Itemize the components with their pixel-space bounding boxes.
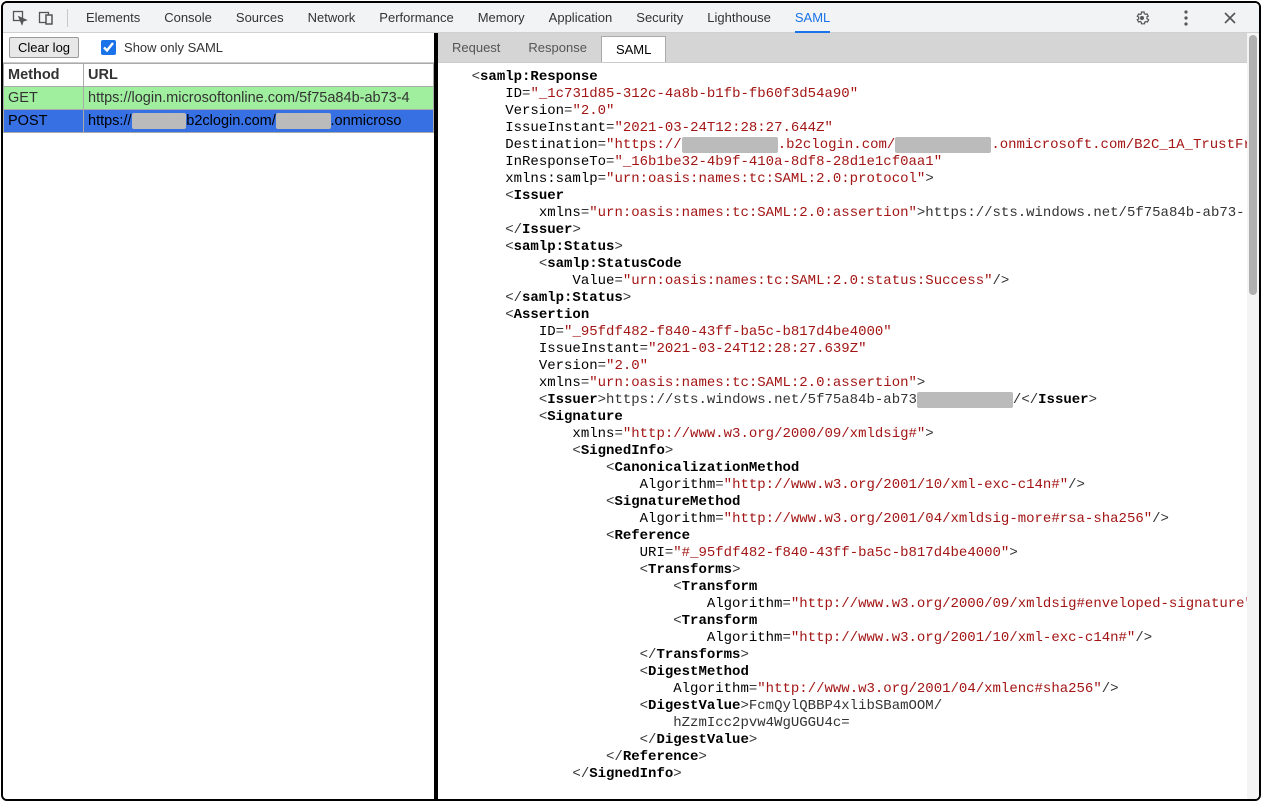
devtools-tabs: Elements Console Sources Network Perform… — [86, 10, 830, 26]
show-only-saml-toggle[interactable]: Show only SAML — [97, 37, 223, 58]
subtab-saml[interactable]: SAML — [601, 36, 666, 62]
subtab-response[interactable]: Response — [514, 33, 601, 62]
tab-application[interactable]: Application — [549, 10, 613, 26]
tab-saml[interactable]: SAML — [795, 10, 830, 33]
tab-performance[interactable]: Performance — [379, 10, 453, 26]
show-only-saml-label: Show only SAML — [124, 40, 223, 55]
saml-xml-view[interactable]: <samlp:Response ID="_1c731d85-312c-4a8b-… — [438, 63, 1259, 799]
tab-sources[interactable]: Sources — [236, 10, 284, 26]
scrollbar[interactable] — [1247, 33, 1259, 799]
kebab-icon[interactable] — [1175, 7, 1197, 29]
devtools-topbar: Elements Console Sources Network Perform… — [3, 3, 1259, 33]
table-row[interactable]: GET https://login.microsoftonline.com/5f… — [4, 87, 434, 110]
tab-security[interactable]: Security — [636, 10, 683, 26]
close-icon[interactable] — [1219, 7, 1241, 29]
tab-console[interactable]: Console — [164, 10, 212, 26]
col-method: Method — [4, 64, 84, 87]
table-row[interactable]: POST https://xxxxxxxb2clogin.com/xxxxxxx… — [4, 110, 434, 133]
tab-elements[interactable]: Elements — [86, 10, 140, 26]
tab-lighthouse[interactable]: Lighthouse — [707, 10, 771, 26]
col-url: URL — [84, 64, 434, 87]
request-list-pane: Clear log Show only SAML Method URL GET … — [3, 33, 438, 799]
show-only-saml-checkbox[interactable] — [101, 40, 116, 55]
tab-memory[interactable]: Memory — [478, 10, 525, 26]
subtab-request[interactable]: Request — [438, 33, 514, 62]
clear-log-button[interactable]: Clear log — [9, 37, 79, 58]
device-toggle-icon[interactable] — [35, 7, 57, 29]
tab-network[interactable]: Network — [308, 10, 356, 26]
inspect-icon[interactable] — [9, 7, 31, 29]
detail-subtabs: Request Response SAML — [438, 33, 1259, 63]
request-table: Method URL GET https://login.microsofton… — [3, 63, 434, 133]
detail-pane: Request Response SAML <samlp:Response ID… — [438, 33, 1259, 799]
gear-icon[interactable] — [1131, 7, 1153, 29]
